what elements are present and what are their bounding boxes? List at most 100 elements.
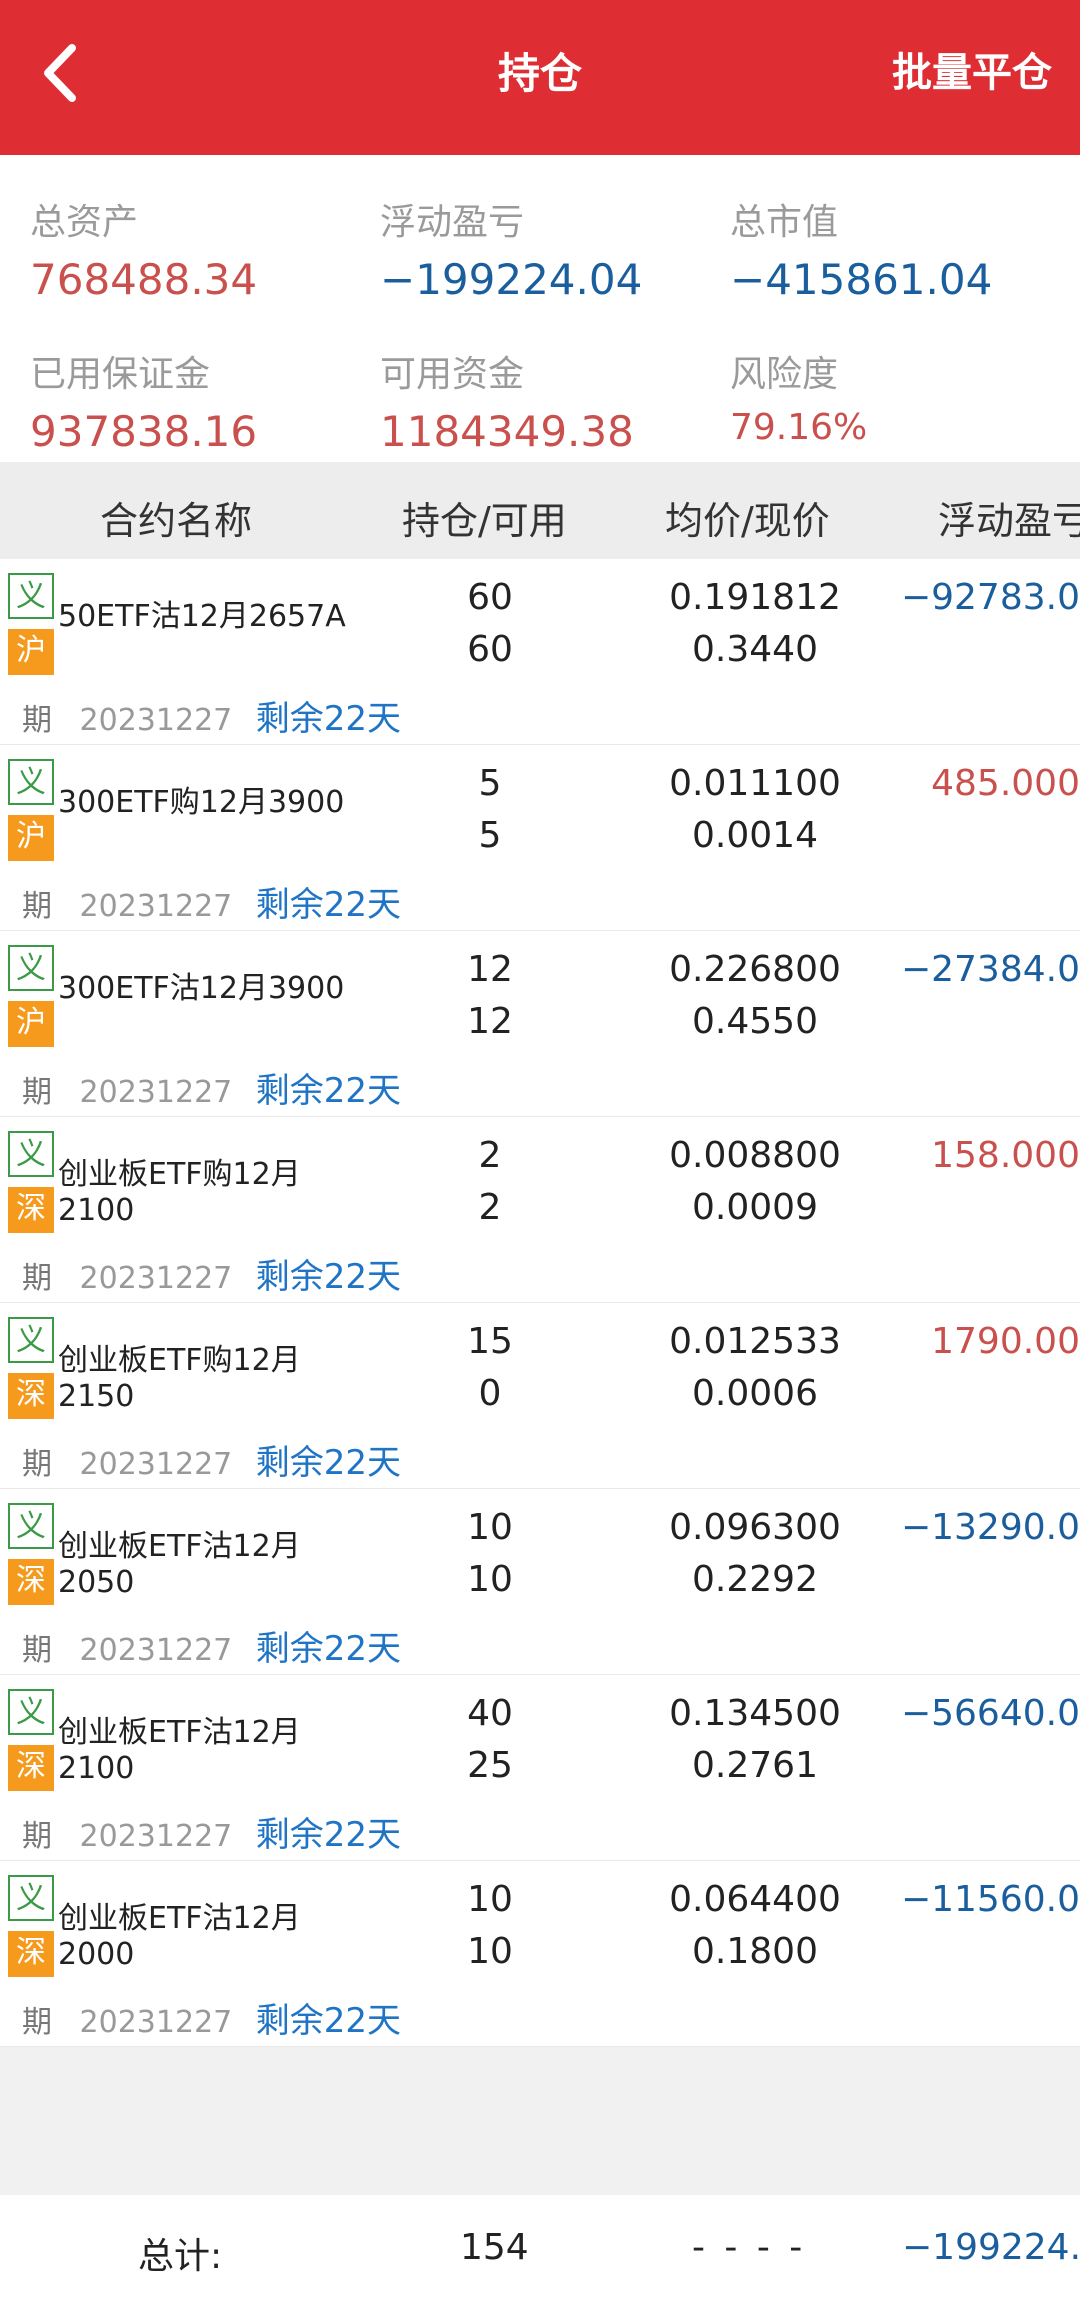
positions-list: 义 沪 50ETF沽12月2657A 60 60 0.191812 0.3440…: [0, 559, 1080, 2047]
exchange-badge: 沪: [8, 629, 54, 675]
total-assets: 总资产 768488.34: [30, 193, 370, 304]
totals-bar: 总计: 154 - - - - −199224.0: [0, 2195, 1080, 2303]
available-funds: 可用资金 1184349.38: [380, 345, 720, 456]
avail-qty: 2: [478, 1187, 502, 1228]
avg-price: 0.064400: [669, 1879, 841, 1920]
column-header-position[interactable]: 持仓/可用: [402, 490, 567, 545]
available-funds-value: 1184349.38: [380, 407, 634, 456]
row-pnl: 158.000: [931, 1135, 1080, 1176]
top-bar: 持仓 批量平仓: [0, 0, 1080, 155]
floating-pnl: 浮动盈亏 −199224.04: [380, 193, 720, 304]
position-row[interactable]: 义 深 创业板ETF购12月2150 15 0 0.012533 0.0006 …: [0, 1303, 1080, 1489]
avg-price: 0.096300: [669, 1507, 841, 1548]
contract-name: 创业板ETF沽12月2050: [58, 1529, 301, 1600]
market-value: 总市值 −415861.04: [730, 193, 1070, 304]
exchange-badge: 深: [8, 1559, 54, 1605]
expiry-info: 期 20231227 剩余22天: [22, 1063, 401, 1112]
position-row[interactable]: 义 深 创业板ETF沽12月2050 10 10 0.096300 0.2292…: [0, 1489, 1080, 1675]
total-price-placeholder: - - - -: [692, 2227, 807, 2268]
hold-qty: 60: [467, 577, 513, 618]
days-remaining: 剩余22天: [255, 885, 402, 925]
used-margin-label: 已用保证金: [30, 354, 211, 395]
exchange-badge: 深: [8, 1745, 54, 1791]
avail-qty: 12: [467, 1001, 513, 1042]
position-row[interactable]: 义 深 创业板ETF购12月2100 2 2 0.008800 0.0009 1…: [0, 1117, 1080, 1303]
contract-name: 创业板ETF沽12月2100: [58, 1715, 301, 1786]
total-label: 总计:: [138, 2236, 223, 2277]
option-type-badge: 义: [8, 1503, 54, 1549]
table-header: 合约名称 持仓/可用 均价/现价 浮动盈亏: [0, 462, 1080, 559]
expiry-tag: 期: [22, 1447, 52, 1482]
risk-level: 风险度 79.16%: [730, 345, 1070, 448]
avail-qty: 0: [478, 1373, 502, 1414]
avg-price: 0.011100: [669, 763, 841, 804]
position-row[interactable]: 义 沪 50ETF沽12月2657A 60 60 0.191812 0.3440…: [0, 559, 1080, 745]
expiry-info: 期 20231227 剩余22天: [22, 877, 401, 926]
current-price: 0.0009: [692, 1187, 818, 1228]
expiry-info: 期 20231227 剩余22天: [22, 691, 401, 740]
current-price: 0.2292: [692, 1559, 818, 1600]
days-remaining: 剩余22天: [255, 1443, 402, 1483]
days-remaining: 剩余22天: [255, 1815, 402, 1855]
position-row[interactable]: 义 深 创业板ETF沽12月2000 10 10 0.064400 0.1800…: [0, 1861, 1080, 2047]
hold-qty: 10: [467, 1507, 513, 1548]
avg-price: 0.191812: [669, 577, 841, 618]
option-type-badge: 义: [8, 1131, 54, 1177]
row-pnl: 485.000: [931, 763, 1080, 804]
avg-price: 0.134500: [669, 1693, 841, 1734]
expiry-date: 20231227: [79, 1261, 233, 1296]
expiry-info: 期 20231227 剩余22天: [22, 1249, 401, 1298]
column-header-price[interactable]: 均价/现价: [665, 490, 830, 545]
avail-qty: 10: [467, 1559, 513, 1600]
hold-qty: 15: [467, 1321, 513, 1362]
column-header-pnl[interactable]: 浮动盈亏: [938, 490, 1080, 545]
hold-qty: 2: [478, 1135, 502, 1176]
option-type-badge: 义: [8, 1875, 54, 1921]
avg-price: 0.008800: [669, 1135, 841, 1176]
current-price: 0.3440: [692, 629, 818, 670]
avg-price: 0.012533: [669, 1321, 841, 1362]
exchange-badge: 深: [8, 1187, 54, 1233]
avail-qty: 60: [467, 629, 513, 670]
contract-name: 创业板ETF购12月2150: [58, 1343, 301, 1414]
exchange-badge: 深: [8, 1931, 54, 1977]
row-pnl: −92783.0: [900, 577, 1080, 618]
contract-name: 创业板ETF沽12月2000: [58, 1901, 301, 1972]
current-price: 0.2761: [692, 1745, 818, 1786]
expiry-date: 20231227: [79, 1819, 233, 1854]
option-type-badge: 义: [8, 759, 54, 805]
column-header-name[interactable]: 合约名称: [100, 490, 252, 545]
expiry-info: 期 20231227 剩余22天: [22, 1435, 401, 1484]
hold-qty: 5: [478, 763, 502, 804]
days-remaining: 剩余22天: [255, 1629, 402, 1669]
days-remaining: 剩余22天: [255, 1071, 402, 1111]
position-row[interactable]: 义 沪 300ETF沽12月3900 12 12 0.226800 0.4550…: [0, 931, 1080, 1117]
days-remaining: 剩余22天: [255, 699, 402, 739]
row-pnl: −56640.0: [900, 1693, 1080, 1734]
position-row[interactable]: 义 沪 300ETF购12月3900 5 5 0.011100 0.0014 4…: [0, 745, 1080, 931]
risk-level-value: 79.16%: [730, 407, 868, 448]
row-pnl: −27384.0: [900, 949, 1080, 990]
position-row[interactable]: 义 深 创业板ETF沽12月2100 40 25 0.134500 0.2761…: [0, 1675, 1080, 1861]
expiry-date: 20231227: [79, 703, 233, 738]
total-assets-label: 总资产: [30, 202, 139, 243]
total-assets-value: 768488.34: [30, 255, 258, 304]
hold-qty: 10: [467, 1879, 513, 1920]
avail-qty: 5: [478, 815, 502, 856]
expiry-tag: 期: [22, 1075, 52, 1110]
exchange-badge: 深: [8, 1373, 54, 1419]
used-margin-value: 937838.16: [30, 407, 258, 456]
expiry-tag: 期: [22, 889, 52, 924]
row-pnl: 1790.00: [931, 1321, 1080, 1362]
expiry-date: 20231227: [79, 2005, 233, 2040]
expiry-tag: 期: [22, 1261, 52, 1296]
option-type-badge: 义: [8, 945, 54, 991]
expiry-tag: 期: [22, 2005, 52, 2040]
risk-level-label: 风险度: [730, 354, 839, 395]
back-button[interactable]: [28, 38, 98, 108]
expiry-tag: 期: [22, 1819, 52, 1854]
row-pnl: −13290.0: [900, 1507, 1080, 1548]
expiry-date: 20231227: [79, 1633, 233, 1668]
batch-close-button[interactable]: 批量平仓: [892, 40, 1052, 98]
current-price: 0.0006: [692, 1373, 818, 1414]
